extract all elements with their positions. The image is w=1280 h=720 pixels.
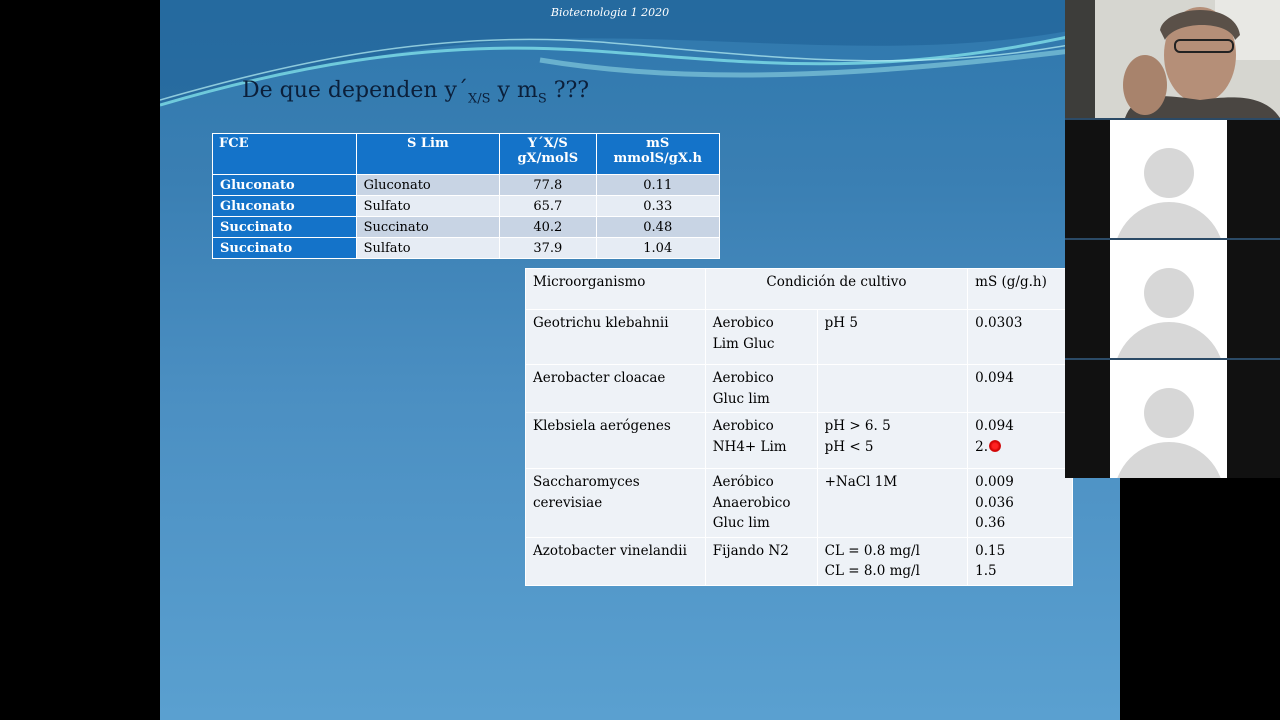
- micro-cell: Saccharomyces cerevisiae: [525, 468, 706, 538]
- presentation-slide: Biotecnologia 1 2020 De que dependen y´X…: [160, 0, 1120, 720]
- table-row: Gluconato Sulfato 65.7 0.33: [212, 195, 720, 217]
- ms-cell: 0.15 1.5: [967, 536, 1073, 586]
- cond1-cell: Aerobico Lim Gluc: [704, 309, 818, 365]
- ms-cell: 0.33: [595, 195, 720, 217]
- header-micro: Microorganismo: [525, 268, 706, 310]
- presenter-camera-icon: [1065, 0, 1280, 118]
- participant-video-tile[interactable]: [1065, 240, 1280, 358]
- yield-cell: 77.8: [499, 174, 597, 196]
- header-ms: mS (g/g.h): [967, 268, 1073, 310]
- cond1-cell: Fijando N2: [704, 536, 818, 586]
- table-row: Succinato Sulfato 37.9 1.04: [212, 237, 720, 259]
- slim-cell: Sulfato: [355, 195, 501, 217]
- ms-cell: 0.094: [967, 364, 1073, 413]
- ms-cell: 0.48: [595, 216, 720, 238]
- table-row: Gluconato Gluconato 77.8 0.11: [212, 174, 720, 196]
- participant-video-tile[interactable]: [1065, 120, 1280, 238]
- cond1-cell: Aeróbico Anaerobico Gluc lim: [704, 468, 818, 538]
- header-yield: Y´X/S gX/molS: [499, 133, 597, 175]
- maintenance-table: Microorganismo Condición de cultivo mS (…: [525, 268, 1073, 586]
- table-row: Saccharomyces cerevisiae Aeróbico Anaerob…: [525, 468, 1073, 538]
- ms-cell: 0.0303: [967, 309, 1073, 365]
- cond2-cell: +NaCl 1M: [816, 468, 969, 538]
- cond1-cell: Aerobico NH4+ Lim: [704, 412, 818, 469]
- table-row: Succinato Succinato 40.2 0.48: [212, 216, 720, 238]
- header-slim: S Lim: [355, 133, 501, 175]
- video-participants-panel: [1065, 0, 1280, 478]
- header-cond: Condición de cultivo: [704, 268, 969, 310]
- yield-cell: 65.7: [499, 195, 597, 217]
- ms-cell: 0.094 2.: [967, 412, 1073, 469]
- micro-cell: Azotobacter vinelandii: [525, 536, 706, 586]
- table-row: Azotobacter vinelandii Fijando N2 CL = 0…: [525, 536, 1073, 586]
- table-row: Aerobacter cloacae Aerobico Gluc lim 0.09…: [525, 364, 1073, 413]
- participant-video-tile[interactable]: [1065, 360, 1280, 478]
- header-fce: FCE: [212, 133, 357, 175]
- header-ms: mS mmolS/gX.h: [595, 133, 720, 175]
- micro-cell: Klebsiela aerógenes: [525, 412, 706, 469]
- avatar: [1110, 360, 1227, 478]
- yield-table: FCE S Lim Y´X/S gX/molS mS mmolS/gX.h Gluc…: [212, 133, 720, 259]
- avatar: [1110, 240, 1227, 358]
- cond1-cell: Aerobico Gluc lim: [704, 364, 818, 413]
- table-row: Geotrichu klebahnii Aerobico Lim Gluc pH …: [525, 309, 1073, 365]
- cond2-cell: CL = 0.8 mg/l CL = 8.0 mg/l: [816, 536, 969, 586]
- fce-cell: Gluconato: [212, 174, 357, 196]
- avatar: [1110, 120, 1227, 238]
- micro-cell: Aerobacter cloacae: [525, 364, 706, 413]
- presenter-video-tile[interactable]: [1065, 0, 1280, 118]
- yield-cell: 40.2: [499, 216, 597, 238]
- micro-cell: Geotrichu klebahnii: [525, 309, 706, 365]
- ms-cell: 0.009 0.036 0.36: [967, 468, 1073, 538]
- slim-cell: Sulfato: [355, 237, 501, 259]
- ms-cell: 0.11: [595, 174, 720, 196]
- cond2-cell: [816, 364, 969, 413]
- ms-cell: 1.04: [595, 237, 720, 259]
- yield-cell: 37.9: [499, 237, 597, 259]
- slim-cell: Gluconato: [355, 174, 501, 196]
- fce-cell: Gluconato: [212, 195, 357, 217]
- cond2-cell: pH > 6. 5 pH < 5: [816, 412, 969, 469]
- slide-wave-decoration: [160, 0, 1120, 107]
- fce-cell: Succinato: [212, 237, 357, 259]
- fce-cell: Succinato: [212, 216, 357, 238]
- slide-title: De que dependen y´X/S y mS ???: [242, 78, 590, 107]
- laser-pointer-icon: [989, 440, 1001, 452]
- cond2-cell: pH 5: [816, 309, 969, 365]
- slide-header: Biotecnologia 1 2020: [550, 6, 670, 19]
- slim-cell: Succinato: [355, 216, 501, 238]
